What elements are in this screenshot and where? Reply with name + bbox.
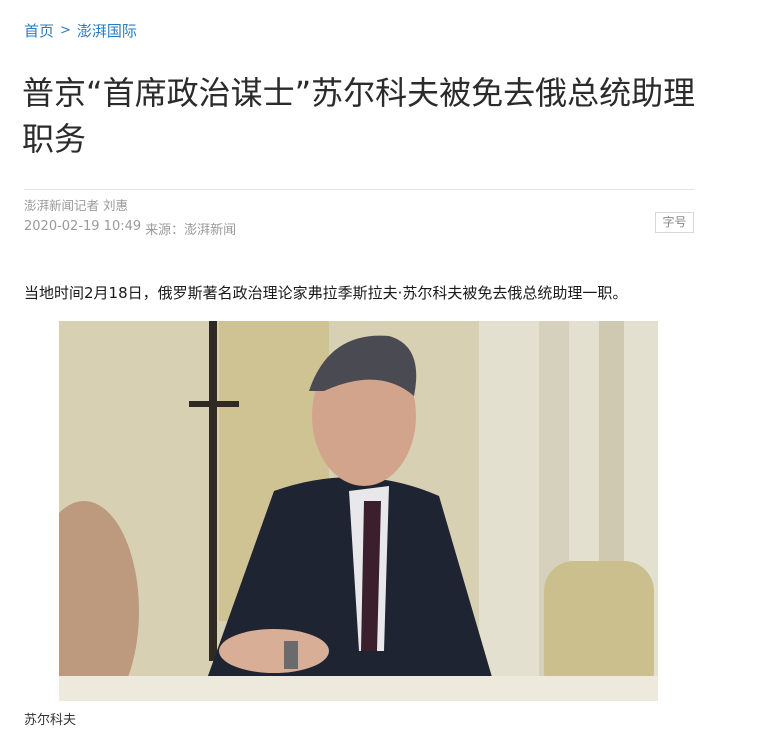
header-divider [24,189,694,190]
article-datetime: 2020-02-19 10:49 [24,219,142,234]
breadcrumb-separator: > [60,23,71,38]
lead-paragraph: 当地时间2月18日，俄罗斯著名政治理论家弗拉季斯拉夫·苏尔科夫被免去俄总统助理一… [24,284,628,302]
source-label: 来源：澎湃新闻 [145,223,237,238]
portrait-photo-icon [59,321,658,701]
breadcrumb-channel-link[interactable]: 澎湃国际 [77,20,137,41]
breadcrumb: 首页 > 澎湃国际 [24,20,137,41]
article-meta: 2020-02-19 10:49 来源：澎湃新闻 [24,219,236,238]
font-size-button[interactable]: 字号 [655,212,694,233]
photo-caption: 苏尔科夫 [24,713,77,728]
article-byline: 澎湃新闻记者 刘惠 [24,198,128,213]
article-source: 澎湃新闻 [184,223,237,238]
breadcrumb-home-link[interactable]: 首页 [24,20,54,41]
article-photo [59,321,658,701]
article-title: 普京“首席政治谋士”苏尔科夫被免去俄总统助理职务 [22,74,696,158]
